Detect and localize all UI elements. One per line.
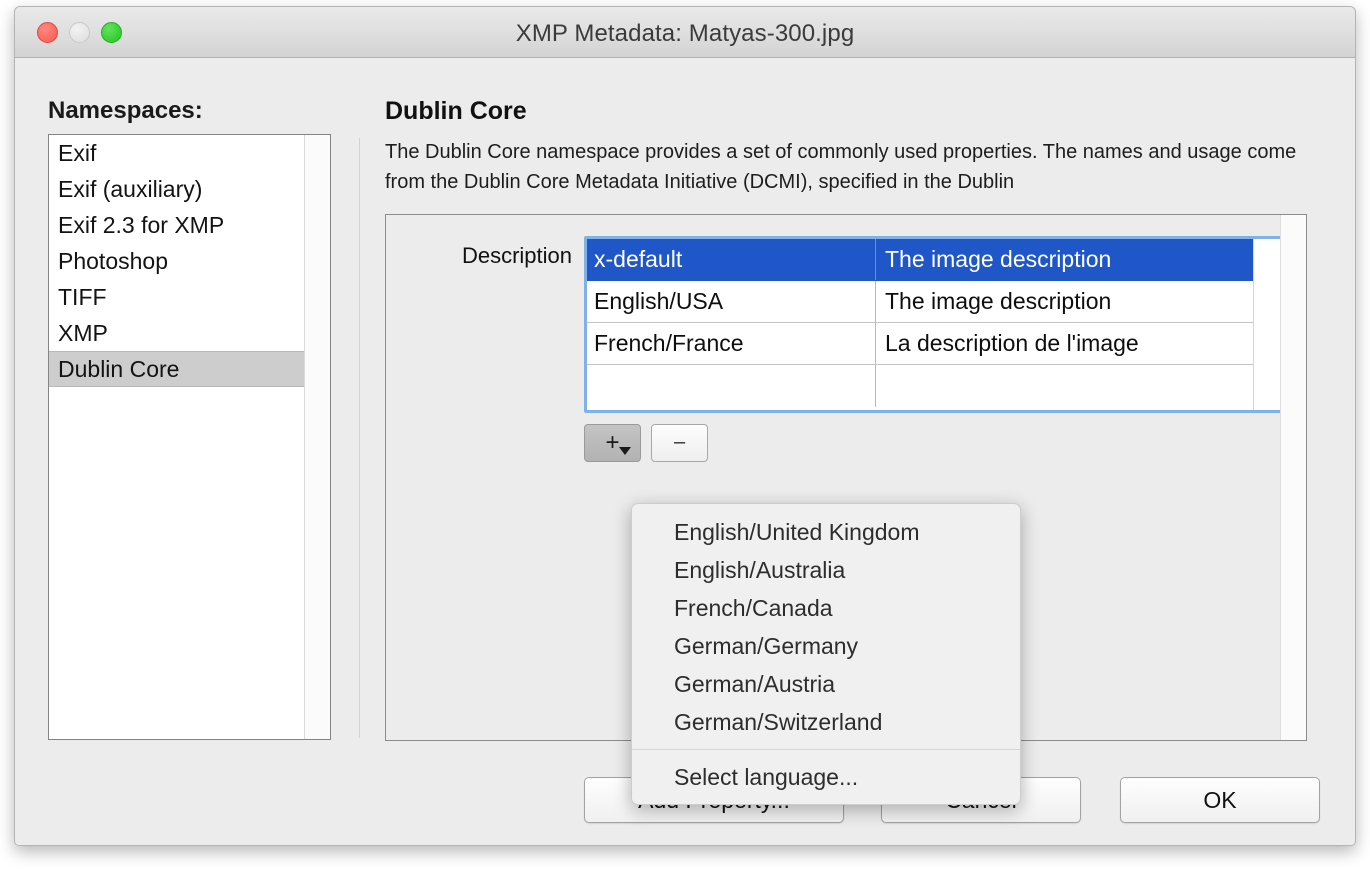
- cell-value[interactable]: The image description: [876, 281, 1253, 322]
- language-rows[interactable]: x-default The image description English/…: [587, 239, 1253, 410]
- sidebar-item-exif-23-for-xmp[interactable]: Exif 2.3 for XMP: [49, 207, 304, 243]
- sidebar-item-xmp[interactable]: XMP: [49, 315, 304, 351]
- window-title: XMP Metadata: Matyas-300.jpg: [515, 20, 855, 47]
- cell-language[interactable]: [587, 365, 876, 407]
- table-row[interactable]: x-default The image description: [587, 239, 1253, 281]
- sidebar-item-tiff[interactable]: TIFF: [49, 279, 304, 315]
- menu-item-select-language[interactable]: Select language...: [632, 758, 1020, 796]
- cell-value[interactable]: The image description: [876, 239, 1253, 280]
- cell-language[interactable]: x-default: [587, 239, 876, 280]
- sidebar-item-dublin-core[interactable]: Dublin Core: [49, 351, 304, 387]
- namespaces-list[interactable]: Exif Exif (auxiliary) Exif 2.3 for XMP P…: [49, 135, 304, 739]
- sidebar-item-exif[interactable]: Exif: [49, 135, 304, 171]
- cell-value[interactable]: [876, 365, 1253, 407]
- menu-item-english-australia[interactable]: English/Australia: [632, 551, 1020, 589]
- description-language-table[interactable]: x-default The image description English/…: [584, 236, 1286, 413]
- xmp-metadata-dialog: XMP Metadata: Matyas-300.jpg Namespaces:…: [14, 6, 1356, 846]
- table-row[interactable]: English/USA The image description: [587, 281, 1253, 323]
- menu-item-french-canada[interactable]: French/Canada: [632, 589, 1020, 627]
- table-row[interactable]: French/France La description de l'image: [587, 323, 1253, 365]
- menu-separator: [632, 749, 1020, 750]
- namespace-description: The Dublin Core namespace provides a set…: [385, 141, 1297, 193]
- title-bar: XMP Metadata: Matyas-300.jpg: [15, 7, 1355, 58]
- dialog-body: Namespaces: Exif Exif (auxiliary) Exif 2…: [15, 58, 1355, 845]
- sidebar-item-exif-auxiliary[interactable]: Exif (auxiliary): [49, 171, 304, 207]
- language-dropdown-menu[interactable]: English/United Kingdom English/Australia…: [631, 503, 1021, 805]
- namespaces-scrollbar[interactable]: [304, 135, 330, 739]
- property-label-description: Description: [461, 243, 572, 268]
- remove-language-button[interactable]: –: [651, 424, 708, 462]
- page-title: Dublin Core: [385, 97, 527, 125]
- cell-value[interactable]: La description de l'image: [876, 323, 1253, 364]
- table-row[interactable]: [587, 365, 1253, 407]
- menu-item-german-switzerland[interactable]: German/Switzerland: [632, 703, 1020, 741]
- menu-item-german-germany[interactable]: German/Germany: [632, 627, 1020, 665]
- ok-button[interactable]: OK: [1120, 777, 1320, 823]
- minus-icon: –: [673, 431, 686, 453]
- add-language-button[interactable]: +: [584, 424, 641, 462]
- menu-item-german-austria[interactable]: German/Austria: [632, 665, 1020, 703]
- sidebar-item-photoshop[interactable]: Photoshop: [49, 243, 304, 279]
- menu-item-english-united-kingdom[interactable]: English/United Kingdom: [632, 513, 1020, 551]
- cell-language[interactable]: French/France: [587, 323, 876, 364]
- properties-scrollbar[interactable]: [1280, 215, 1306, 740]
- pane-splitter[interactable]: [359, 138, 360, 738]
- table-scrollbar[interactable]: [1253, 239, 1283, 410]
- namespaces-heading: Namespaces:: [48, 97, 203, 124]
- plus-icon: +: [605, 429, 620, 456]
- chevron-down-icon: [619, 447, 631, 455]
- namespaces-listbox[interactable]: Exif Exif (auxiliary) Exif 2.3 for XMP P…: [48, 134, 331, 740]
- cell-language[interactable]: English/USA: [587, 281, 876, 322]
